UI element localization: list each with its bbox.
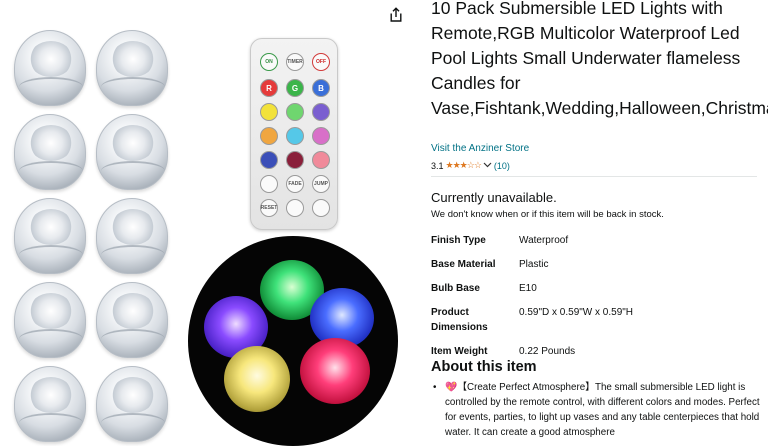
remote-color-button-image <box>260 103 278 121</box>
star-empty-icon: ☆ <box>473 160 482 170</box>
yellow-light-glow <box>224 346 290 412</box>
submersible-light-image <box>96 282 168 358</box>
bullet-dot: • <box>433 382 437 393</box>
remote-control-image: ON TIMER OFF R G B FADE JUMP RESET <box>250 38 338 230</box>
spec-row: Product Dimensions 0.59"D x 0.59"W x 0.5… <box>431 305 761 344</box>
remote-color-button-image <box>286 127 304 145</box>
remote-color-button-image <box>312 127 330 145</box>
remote-blue-button-image: B <box>312 79 330 97</box>
spec-value: E10 <box>519 283 537 294</box>
product-image-gallery[interactable]: ON TIMER OFF R G B FADE JUMP RESET <box>0 0 420 446</box>
bullet-text: 💖【Create Perfect Atmosphere】The small su… <box>445 382 760 438</box>
remote-timer-button-image: TIMER <box>286 53 304 71</box>
remote-color-button-image <box>260 127 278 145</box>
product-specs-table: Finish Type Waterproof Base Material Pla… <box>431 233 761 368</box>
spec-row: Bulb Base E10 <box>431 281 761 305</box>
spec-key: Finish Type <box>431 235 486 246</box>
product-title: 10 Pack Submersible LED Lights with Remo… <box>431 0 768 118</box>
about-bullets: • 💖【Create Perfect Atmosphere】The small … <box>431 380 763 440</box>
remote-down-button-image <box>312 199 330 217</box>
spec-row: Finish Type Waterproof <box>431 233 761 257</box>
availability-note: We don't know when or if this item will … <box>431 209 664 220</box>
remote-green-button-image: G <box>286 79 304 97</box>
list-item: • 💖【Create Perfect Atmosphere】The small … <box>431 380 763 440</box>
star-empty-icon: ☆ <box>466 160 475 170</box>
remote-color-button-image <box>312 103 330 121</box>
submersible-light-image <box>14 30 86 106</box>
submersible-light-image <box>14 282 86 358</box>
rating-stars[interactable]: ★★★☆☆ <box>445 160 482 171</box>
glowing-lights-photo <box>188 236 398 446</box>
rating-summary[interactable]: 3.1 ★★★☆☆ (10) <box>431 160 510 171</box>
store-link[interactable]: Visit the Anziner Store <box>431 143 529 154</box>
chevron-down-icon[interactable] <box>483 161 492 170</box>
remote-color-button-image <box>286 103 304 121</box>
remote-white-button-image <box>260 175 278 193</box>
red-light-glow <box>300 338 370 404</box>
spec-key: Bulb Base <box>431 283 480 294</box>
submersible-light-image <box>14 198 86 274</box>
remote-on-button-image: ON <box>260 53 278 71</box>
availability-status: Currently unavailable. <box>431 190 557 205</box>
submersible-light-image <box>96 366 168 442</box>
spec-key: Base Material <box>431 259 496 270</box>
remote-off-button-image: OFF <box>312 53 330 71</box>
rating-value: 3.1 <box>431 160 444 171</box>
spec-value: Waterproof <box>519 235 569 246</box>
remote-fade-button-image: FADE <box>286 175 304 193</box>
remote-reset-button-image: RESET <box>260 199 278 217</box>
remote-color-button-image <box>312 151 330 169</box>
spec-value: 0.59"D x 0.59"W x 0.59"H <box>519 307 634 318</box>
star-full-icon: ★ <box>452 160 461 170</box>
star-full-icon: ★ <box>459 160 468 170</box>
section-divider <box>431 176 757 177</box>
remote-color-button-image <box>286 151 304 169</box>
remote-color-button-image <box>260 151 278 169</box>
spec-key: Product Dimensions <box>431 307 488 333</box>
submersible-light-image <box>96 198 168 274</box>
spec-value: 0.22 Pounds <box>519 346 576 357</box>
about-heading: About this item <box>431 359 537 375</box>
remote-up-button-image <box>286 199 304 217</box>
star-full-icon: ★ <box>445 160 454 170</box>
spec-row: Base Material Plastic <box>431 257 761 281</box>
rating-count-link[interactable]: (10) <box>494 161 510 171</box>
product-image-lights-grid <box>8 22 178 446</box>
submersible-light-image <box>14 114 86 190</box>
remote-jump-button-image: JUMP <box>312 175 330 193</box>
submersible-light-image <box>14 366 86 442</box>
share-icon[interactable] <box>388 7 404 23</box>
submersible-light-image <box>96 114 168 190</box>
spec-value: Plastic <box>519 259 549 270</box>
submersible-light-image <box>96 30 168 106</box>
remote-red-button-image: R <box>260 79 278 97</box>
